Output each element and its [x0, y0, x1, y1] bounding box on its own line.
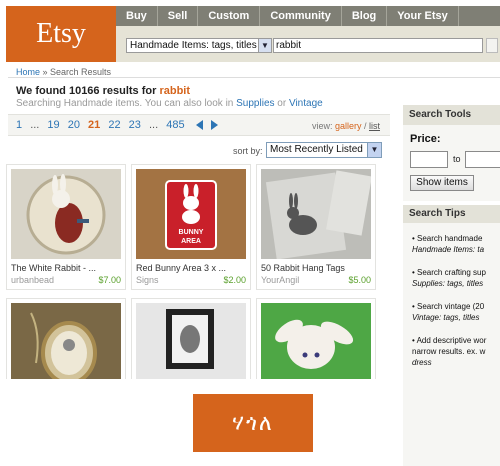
logo-text: Etsy — [36, 18, 86, 49]
results-prefix: We found 10166 results for — [16, 85, 160, 97]
nav-buy[interactable]: Buy — [116, 6, 158, 26]
page-current: 21 — [88, 119, 101, 131]
listing-grid: The White Rabbit - ... urbanbead $7.00 B… — [6, 164, 378, 379]
tip-line: narrow results. ex. w — [412, 347, 486, 356]
listing-thumbnail-white-rabbit[interactable] — [11, 169, 121, 259]
tip-line: • Search crafting sup — [412, 268, 486, 277]
also-or: or — [274, 98, 289, 109]
tip-line: Supplies: tags, titles — [412, 279, 484, 288]
prev-arrow-icon[interactable] — [195, 120, 203, 131]
view-slash: / — [361, 121, 369, 131]
breadcrumb-current: Search Results — [50, 67, 112, 77]
results-count: We found 10166 results for rabbit — [16, 85, 190, 97]
page-links: 1 ... 19 20 21 22 23 ... 485 — [16, 119, 223, 131]
vintage-link[interactable]: Vintage — [289, 98, 323, 109]
view-list[interactable]: list — [369, 121, 380, 131]
tip-line: Vintage: tags, titles — [412, 313, 480, 322]
listing-thumbnail-plush-bunny[interactable] — [261, 303, 371, 379]
nav-custom[interactable]: Custom — [198, 6, 261, 26]
listing-thumbnail-bunny-sign[interactable]: BUNNY AREA — [136, 169, 246, 259]
sort-select[interactable]: Most Recently Listed ▼ — [266, 142, 382, 158]
listing-title[interactable]: 50 Rabbit Hang Tags — [261, 263, 373, 273]
listing-card[interactable] — [6, 298, 126, 379]
listing-shop[interactable]: Signs — [136, 275, 159, 285]
breadcrumb: Home » Search Results — [16, 67, 111, 77]
show-items-button[interactable]: Show items — [410, 175, 474, 191]
page-link[interactable]: 20 — [68, 119, 80, 131]
search-category-select[interactable]: Handmade Items: tags, titles ▼ — [126, 38, 272, 53]
nav-sell[interactable]: Sell — [158, 6, 199, 26]
price-max-input[interactable] — [465, 151, 500, 168]
price-label: Price: — [410, 133, 441, 145]
page-link[interactable]: 22 — [108, 119, 120, 131]
listing-thumbnail-hang-tags[interactable] — [261, 169, 371, 259]
page-ellipsis: ... — [30, 119, 40, 131]
top-nav: Buy Sell Custom Community Blog Your Etsy — [116, 6, 500, 26]
search-tips-panel: Search Tips • Search handmade Handmade I… — [403, 205, 500, 466]
nav-blog[interactable]: Blog — [342, 6, 388, 26]
listing-title[interactable]: Red Bunny Area 3 x ... — [136, 263, 248, 273]
divider — [8, 77, 500, 78]
breadcrumb-home[interactable]: Home — [16, 67, 40, 77]
listing-price: $7.00 — [98, 275, 121, 285]
chevron-down-icon[interactable]: ▼ — [258, 39, 271, 52]
tip-line: Handmade Items: ta — [412, 245, 485, 254]
nav-your-etsy[interactable]: Your Etsy — [387, 6, 459, 26]
listing-thumbnail-framed-print[interactable] — [136, 303, 246, 379]
view-toggle: view: gallery / list — [312, 121, 380, 131]
price-min-input[interactable] — [410, 151, 448, 168]
listing-price: $5.00 — [348, 275, 371, 285]
page-ellipsis: ... — [148, 119, 159, 131]
view-gallery[interactable]: gallery — [335, 121, 362, 131]
chevron-down-icon[interactable]: ▼ — [367, 143, 381, 157]
tip-line: • Add descriptive wor — [412, 336, 487, 345]
pager: 1 ... 19 20 21 22 23 ... 485 view: galle… — [8, 114, 390, 136]
search-tips-title: Search Tips — [403, 205, 500, 223]
listing-price: $2.00 — [223, 275, 246, 285]
next-arrow-icon[interactable] — [210, 120, 218, 131]
search-input[interactable]: rabbit — [273, 38, 483, 53]
listing-title[interactable]: The White Rabbit - ... — [11, 263, 123, 273]
listing-card[interactable]: The White Rabbit - ... urbanbead $7.00 — [6, 164, 126, 290]
tip-line: • Search handmade — [412, 234, 483, 243]
sort-value: Most Recently Listed — [270, 144, 363, 155]
search-tools-panel: Search Tools Price: to Show items — [403, 105, 500, 201]
nav-community[interactable]: Community — [260, 6, 342, 26]
results-query: rabbit — [159, 85, 191, 97]
search-button[interactable] — [486, 38, 498, 53]
supplies-link[interactable]: Supplies — [236, 98, 274, 109]
also-prefix: Searching Handmade items. You can also l… — [16, 98, 237, 109]
right-sidebar: Search Tools Price: to Show items Search… — [403, 105, 500, 466]
page-link[interactable]: 1 — [16, 119, 22, 131]
breadcrumb-sep: » — [40, 67, 51, 77]
search-bar: Handmade Items: tags, titles ▼ rabbit — [116, 26, 500, 62]
bunny-sign-line1: BUNNY — [179, 229, 204, 236]
bunny-sign-line2: AREA — [181, 238, 201, 245]
search-tools-title: Search Tools — [403, 105, 500, 125]
page-link[interactable]: 23 — [129, 119, 141, 131]
price-to-label: to — [453, 154, 461, 164]
footer-logo-text: ሃጎለ — [232, 410, 274, 436]
also-look-in: Searching Handmade items. You can also l… — [16, 98, 323, 109]
sort-label: sort by: — [233, 146, 263, 156]
etsy-logo[interactable]: Etsy — [6, 6, 116, 62]
listing-card[interactable] — [131, 298, 251, 379]
listing-shop[interactable]: YourAngil — [261, 275, 299, 285]
tip-line: • Search vintage (20 — [412, 302, 485, 311]
listing-card[interactable] — [256, 298, 376, 379]
page-link[interactable]: 485 — [166, 119, 184, 131]
listing-card[interactable]: BUNNY AREA Red Bunny Area 3 x ... Signs … — [131, 164, 251, 290]
page-link[interactable]: 19 — [47, 119, 59, 131]
tip-line: dress — [412, 358, 432, 367]
listing-card[interactable]: 50 Rabbit Hang Tags YourAngil $5.00 — [256, 164, 376, 290]
view-label: view: — [311, 121, 335, 131]
listing-thumbnail-cameo-necklace[interactable] — [11, 303, 121, 379]
search-category-value: Handmade Items: tags, titles — [130, 40, 257, 51]
listing-shop[interactable]: urbanbead — [11, 275, 54, 285]
amharic-etsy-logo: ሃጎለ — [193, 394, 313, 452]
